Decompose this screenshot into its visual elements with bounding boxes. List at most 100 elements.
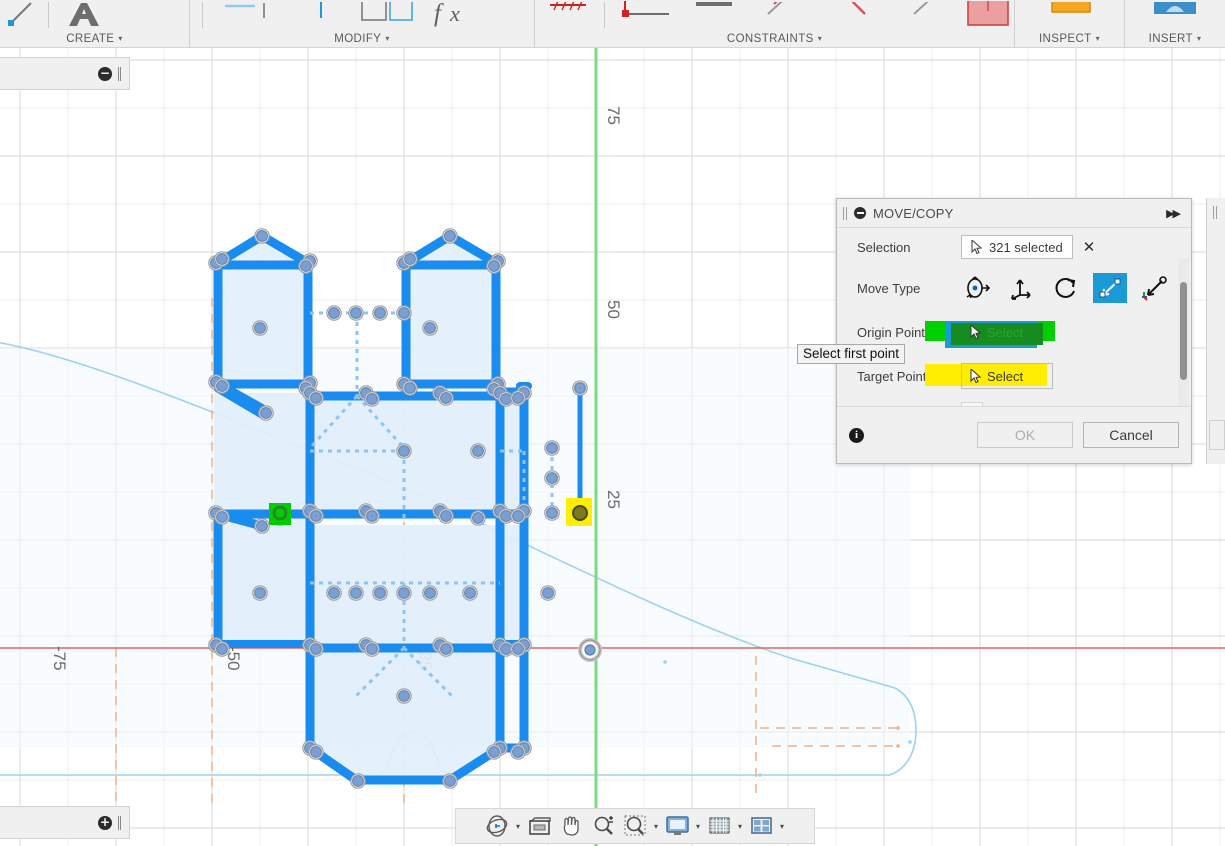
collapse-icon[interactable]: − [98, 66, 112, 81]
chevron-down-icon: ▾ [118, 34, 123, 43]
chevron-down-icon[interactable]: ▾ [780, 822, 784, 831]
y-tick-75: 75 [604, 106, 623, 125]
expand-icon[interactable]: + [98, 815, 112, 830]
label-text: MODIFY [334, 33, 382, 45]
drag-grip[interactable] [118, 66, 121, 81]
sketch-origin-icon [578, 638, 602, 662]
target-point-picker[interactable]: Select [925, 363, 1053, 389]
symmetry-icon[interactable] [960, 0, 1014, 30]
toolbar-divider [604, 2, 606, 28]
coincident-icon[interactable] [678, 0, 749, 30]
label-text: INSERT [1148, 33, 1193, 45]
free-move-icon[interactable] [961, 273, 995, 303]
toolbar-group-constraints: CONSTRAINTS ▾ [535, 0, 1015, 48]
dialog-body: Selection 321 selected ✕ Move Type Origi… [837, 228, 1191, 407]
point-to-point-icon[interactable] [1093, 273, 1127, 303]
horizontal-vertical-icon[interactable] [609, 0, 678, 30]
move-type-options [961, 273, 1171, 303]
insert-image-icon[interactable] [1144, 0, 1206, 30]
selection-count: 321 selected [989, 239, 1063, 255]
chevron-down-icon: ▾ [817, 34, 823, 43]
toolbar-group-inspect: INSPECT ▾ [1015, 0, 1125, 48]
dialog-scrollbar[interactable] [1178, 258, 1189, 406]
info-icon[interactable]: i [849, 427, 864, 443]
move-type-label: Move Type [857, 280, 921, 296]
point-to-position-icon[interactable] [1137, 273, 1171, 303]
translate-xyz-icon[interactable] [1005, 273, 1039, 303]
text-a-icon[interactable] [53, 0, 113, 30]
line-icon[interactable] [0, 0, 44, 30]
panel-button[interactable] [1209, 420, 1225, 450]
tangent-icon[interactable] [749, 0, 818, 30]
trim-icon[interactable] [207, 0, 295, 30]
chevron-down-icon[interactable]: ▾ [696, 822, 700, 831]
toolbar-divider [202, 2, 203, 28]
target-select-label: Select [987, 368, 1024, 384]
toolbar-group-label-constraints[interactable]: CONSTRAINTS ▾ [535, 30, 1014, 48]
svg-text:x: x [449, 2, 460, 26]
chevron-down-icon[interactable]: ▾ [654, 822, 658, 831]
svg-text:f: f [434, 2, 444, 27]
cancel-button[interactable]: Cancel [1083, 422, 1179, 448]
tooltip-select-first-point: Select first point [797, 344, 906, 364]
label-text: INSPECT [1038, 33, 1092, 45]
browser-strip-top[interactable]: − [0, 57, 130, 90]
ok-button[interactable]: OK [977, 422, 1073, 448]
pan-hand-icon[interactable] [557, 809, 587, 843]
offset-icon[interactable] [295, 0, 353, 30]
display-settings-icon[interactable] [663, 809, 693, 843]
chevron-down-icon: ▾ [385, 34, 390, 43]
dialog-status-icon [854, 207, 866, 219]
selection-row: Selection 321 selected ✕ [837, 228, 1191, 266]
toolbar-group-modify: f x MODIFY ▾ [190, 0, 535, 48]
change-parameters-icon[interactable]: f x [425, 0, 491, 30]
toolbar-group-label-create[interactable]: CREATE ▾ [0, 30, 189, 48]
zoom-icon[interactable] [589, 809, 619, 843]
view-navigation-bar: ▾ ▾ ▾ ▾ ▾ [455, 808, 815, 844]
parallel-icon[interactable] [889, 0, 960, 30]
right-panel-edge [1206, 198, 1225, 464]
fusion-app-window: CREATE ▾ f x MODIFY ▾ CONSTRAINTS ▾ INSP… [0, 0, 1225, 846]
toolbar-group-label-insert[interactable]: INSERT ▾ [1125, 30, 1225, 48]
grid-snap-icon[interactable] [705, 809, 735, 843]
fix-unfix-icon[interactable] [539, 0, 600, 30]
panel-drag-grip[interactable] [1213, 206, 1217, 219]
dialog-footer: i OK Cancel [837, 407, 1191, 463]
dialog-title: MOVE/COPY [873, 205, 954, 221]
main-toolbar: CREATE ▾ f x MODIFY ▾ CONSTRAINTS ▾ INSP… [0, 0, 1225, 48]
origin-point-picker[interactable]: Select [925, 319, 1055, 348]
chevron-down-icon: ▾ [1196, 34, 1202, 43]
toolbar-group-label-modify[interactable]: MODIFY ▾ [190, 30, 534, 48]
close-x-icon[interactable]: ✕ [1083, 238, 1096, 256]
view-cube-home-icon[interactable] [525, 809, 555, 843]
dialog-collapse-icon[interactable]: ▶▶ [1166, 207, 1185, 220]
toolbar-group-label-inspect[interactable]: INSPECT ▾ [1015, 30, 1124, 48]
toolbar-divider [48, 2, 49, 28]
drag-grip[interactable] [118, 815, 121, 830]
cursor-arrow-icon [970, 369, 982, 383]
dialog-drag-grip[interactable] [843, 206, 847, 220]
zoom-window-icon[interactable] [621, 809, 651, 843]
origin-select-label: Select [987, 324, 1024, 340]
orbit-icon[interactable] [483, 809, 513, 843]
dialog-title-bar[interactable]: MOVE/COPY ▶▶ [837, 199, 1191, 228]
equal-icon[interactable] [818, 0, 889, 30]
browser-strip-bottom[interactable]: + [0, 806, 130, 839]
viewports-icon[interactable] [747, 809, 777, 843]
x-tick--75: -75 [50, 646, 69, 671]
chevron-down-icon[interactable]: ▾ [738, 822, 742, 831]
rotate-icon[interactable] [1049, 273, 1083, 303]
toolbar-group-create: CREATE ▾ [0, 0, 190, 48]
cursor-arrow-icon [970, 325, 982, 339]
y-tick-25: 25 [604, 490, 623, 509]
rectangular-pattern-icon[interactable] [353, 0, 425, 30]
selection-label: Selection [857, 239, 911, 255]
checkbox[interactable] [961, 402, 983, 406]
chevron-down-icon: ▾ [1095, 34, 1101, 43]
chevron-down-icon[interactable]: ▾ [516, 822, 520, 831]
selection-field[interactable]: 321 selected [961, 235, 1073, 259]
y-tick-50: 50 [604, 300, 623, 319]
move-copy-dialog[interactable]: MOVE/COPY ▶▶ Selection 321 selected ✕ Mo… [836, 198, 1192, 464]
measure-icon[interactable] [1040, 0, 1100, 30]
next-row-partial [837, 398, 1191, 406]
